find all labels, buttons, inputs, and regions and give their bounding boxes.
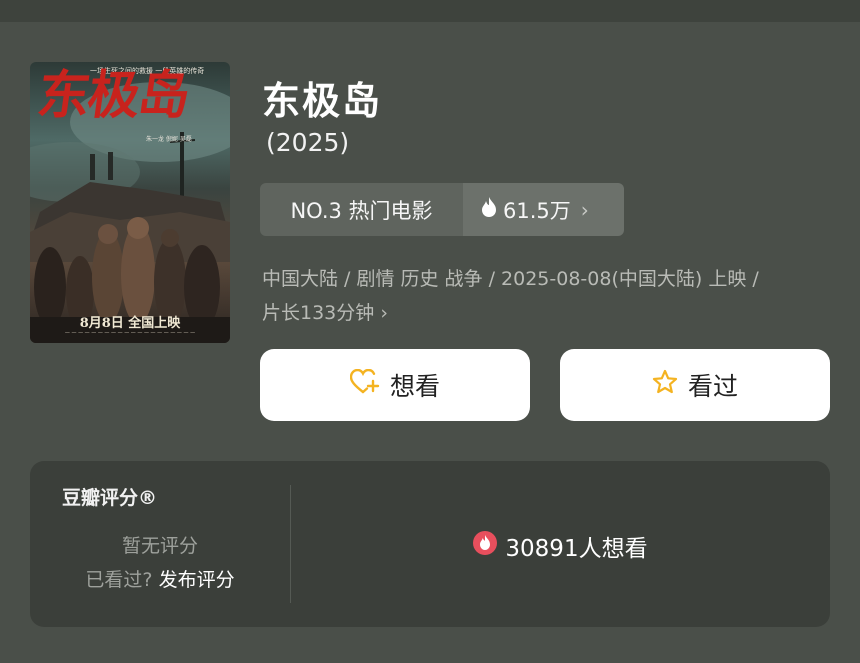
heat-value: 61.5万 [503,198,571,223]
want-to-watch-button[interactable]: 想看 [260,349,530,421]
movie-year: (2025) [266,128,350,157]
seen-prompt: 已看过? [85,569,153,591]
heat-indicator[interactable]: 61.5万 › [463,183,624,236]
star-icon [652,369,678,401]
publish-rating-link[interactable]: 发布评分 [159,569,235,591]
want-label: 想看 [389,372,440,401]
movie-poster[interactable]: 一场生死之间的救援 一段英雄的传奇 东极岛 朱一龙 倪妮 吴磊 8月8日 全国上… [30,62,230,343]
poster-release-date: 8月8日 全国上映 [79,316,181,331]
movie-title: 东极岛 [262,79,383,123]
info-line-duration[interactable]: 片长133分钟 › [262,296,842,330]
seen-label: 看过 [687,372,738,401]
duration-text: 片长133分钟 [262,302,375,324]
poster-fine-print: — — — — — — — — — — — — — — — — — — — — [64,330,196,336]
movie-info[interactable]: 中国大陆 / 剧情 历史 战争 / 2025-08-08(中国大陆) 上映 / … [262,262,842,330]
rating-card: 豆瓣评分® 暂无评分 已看过? 发布评分 30891人想看 [30,461,830,627]
wish-count-text: 30891人想看 [505,536,648,562]
flame-icon [481,197,497,222]
top-bar [0,0,860,22]
rating-title: 豆瓣评分® [62,487,158,509]
watched-button[interactable]: 看过 [560,349,830,421]
chevron-right-icon: › [380,302,388,324]
poster-title: 东极岛 [33,65,193,126]
info-line-genres: 中国大陆 / 剧情 历史 战争 / 2025-08-08(中国大陆) 上映 / [262,268,759,290]
flame-badge-icon [473,531,498,561]
poster-credits: 朱一龙 倪妮 吴磊 [146,136,192,143]
wish-count[interactable]: 30891人想看 [291,529,830,563]
rank-label[interactable]: NO.3 热门电影 [260,183,463,236]
chevron-right-icon: › [580,197,589,222]
ranking-badge[interactable]: NO.3 热门电影 61.5万 › [260,183,624,236]
rate-prompt: 已看过? 发布评分 [30,565,290,592]
heart-plus-icon [349,368,380,401]
no-rating-text: 暂无评分 [121,535,198,557]
